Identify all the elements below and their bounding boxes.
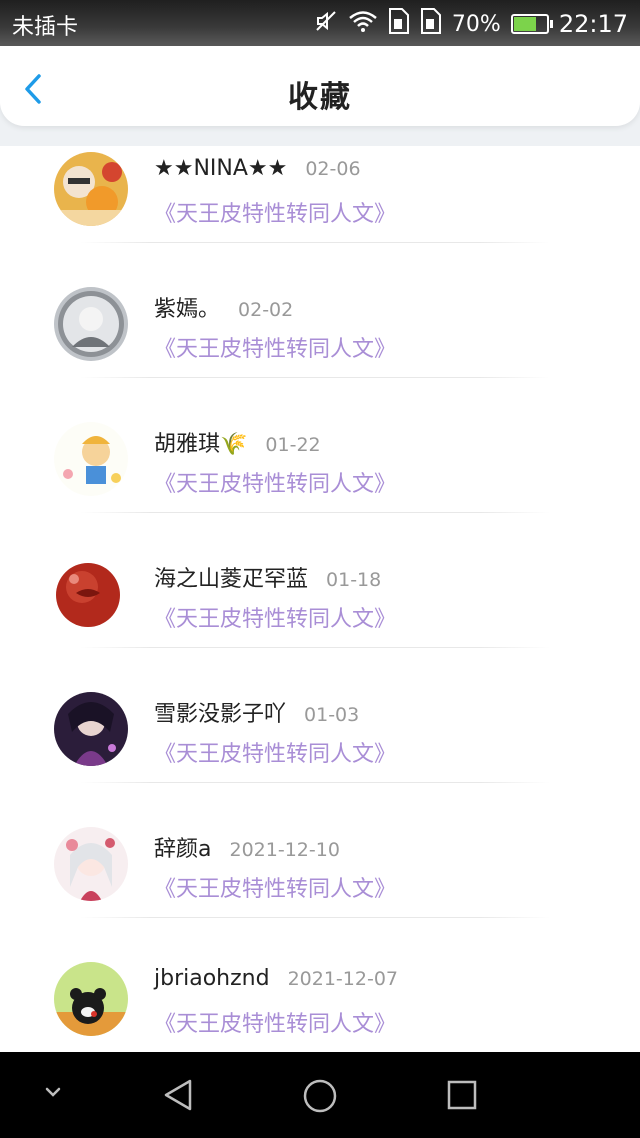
avatar[interactable] (54, 152, 128, 226)
author-name: 紫嫣。 (154, 297, 221, 322)
author-name: 胡雅琪🌾 (154, 432, 248, 457)
back-triangle-icon[interactable] (162, 1078, 194, 1116)
divider (80, 917, 550, 918)
status-icons: 70% 22:17 (314, 7, 628, 41)
article-title-link[interactable]: 《天王皮特性转同人文》 (154, 871, 396, 903)
mute-icon (314, 9, 338, 39)
avatar[interactable] (54, 287, 128, 361)
favorite-date: 2021-12-07 (287, 968, 398, 990)
home-circle-icon[interactable] (302, 1078, 338, 1118)
article-title-link[interactable]: 《天王皮特性转同人文》 (154, 736, 396, 768)
system-navigation-bar (0, 1052, 640, 1138)
avatar[interactable] (54, 962, 128, 1036)
sim-card-icon (388, 7, 410, 41)
list-item[interactable]: 雪影没影子吖 01-03 《天王皮特性转同人文》 (0, 686, 640, 821)
divider (80, 377, 550, 378)
divider (80, 242, 550, 243)
divider (80, 782, 550, 783)
wifi-icon (348, 9, 378, 39)
favorite-date: 02-02 (238, 299, 294, 321)
author-name: ★★NINA★★ (154, 156, 288, 181)
article-title-link[interactable]: 《天王皮特性转同人文》 (154, 196, 396, 228)
author-name: 辞颜a (154, 837, 212, 862)
article-title-link[interactable]: 《天王皮特性转同人文》 (154, 466, 396, 498)
favorite-date: 01-22 (265, 434, 321, 456)
avatar[interactable] (54, 422, 128, 496)
clock: 22:17 (558, 10, 628, 38)
favorites-list: ★★NINA★★ 02-06 《天王皮特性转同人文》 紫嫣。 02-02 《天王… (0, 146, 640, 1091)
list-item[interactable]: 辞颜a 2021-12-10 《天王皮特性转同人文》 (0, 821, 640, 956)
list-item[interactable]: ★★NINA★★ 02-06 《天王皮特性转同人文》 (0, 146, 640, 281)
author-name: jbriaohznd (154, 966, 270, 991)
list-item[interactable]: 紫嫣。 02-02 《天王皮特性转同人文》 (0, 281, 640, 416)
status-bar: 未插卡 70% 22:17 (0, 0, 640, 46)
carrier-label: 未插卡 (12, 15, 79, 40)
favorite-date: 01-18 (326, 569, 382, 591)
author-name: 海之山菱疋罕蓝 (154, 567, 309, 592)
article-title-link[interactable]: 《天王皮特性转同人文》 (154, 331, 396, 363)
avatar[interactable] (54, 827, 128, 901)
battery-percent: 70% (451, 11, 501, 37)
avatar[interactable] (54, 557, 128, 631)
favorite-date: 01-03 (304, 704, 360, 726)
author-name: 雪影没影子吖 (154, 702, 287, 727)
app-header: 收藏 (0, 46, 640, 126)
avatar[interactable] (54, 692, 128, 766)
recent-apps-square-icon[interactable] (446, 1079, 478, 1115)
list-item[interactable]: 胡雅琪🌾 01-22 《天王皮特性转同人文》 (0, 416, 640, 551)
battery-icon (510, 14, 553, 34)
article-title-link[interactable]: 《天王皮特性转同人文》 (154, 1006, 396, 1038)
chevron-down-icon[interactable] (42, 1084, 64, 1104)
sim-card-icon-2 (420, 7, 442, 41)
page-title: 收藏 (288, 80, 352, 115)
list-item[interactable]: 海之山菱疋罕蓝 01-18 《天王皮特性转同人文》 (0, 551, 640, 686)
divider (80, 512, 550, 513)
favorite-date: 2021-12-10 (229, 839, 340, 861)
article-title-link[interactable]: 《天王皮特性转同人文》 (154, 601, 396, 633)
divider (80, 647, 550, 648)
favorite-date: 02-06 (305, 158, 361, 180)
